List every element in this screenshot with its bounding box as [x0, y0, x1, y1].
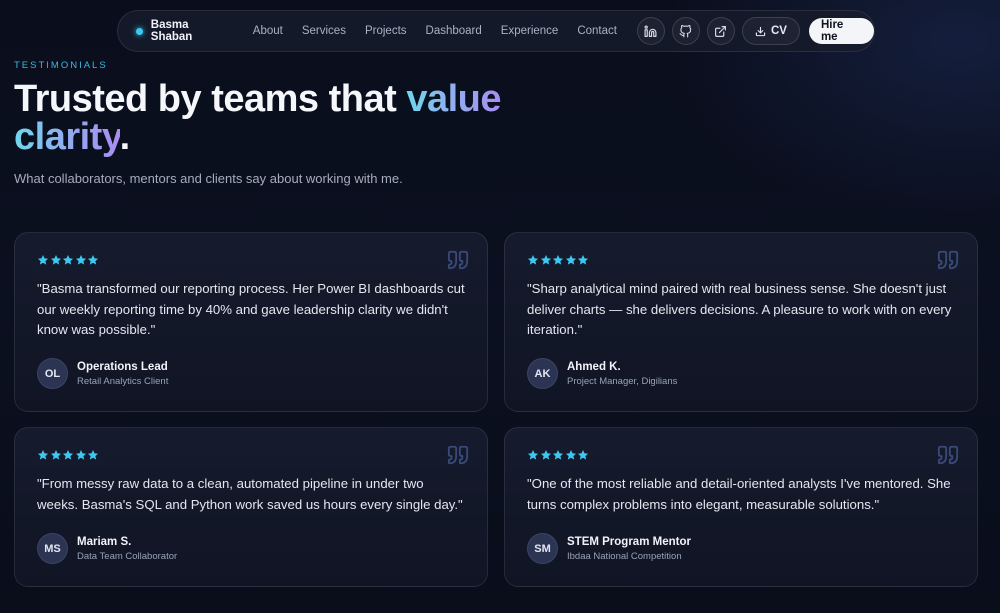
headline-period: .: [119, 116, 131, 158]
external-link-button[interactable]: [706, 17, 735, 45]
star-icon: [565, 450, 576, 460]
nav-link-experience[interactable]: Experience: [501, 25, 559, 37]
nav-link-contact[interactable]: Contact: [577, 25, 617, 37]
rating-stars: [37, 254, 100, 266]
testimonial-quote: "Basma transformed our reporting process…: [37, 281, 465, 337]
testimonial-quote: "From messy raw data to a clean, automat…: [37, 476, 463, 512]
star-icon: [62, 255, 74, 265]
testimonial-card: "Basma transformed our reporting process…: [14, 232, 488, 412]
star-icon: [50, 255, 61, 265]
headline-accent-value: value: [406, 78, 501, 120]
nav-link-services[interactable]: Services: [302, 25, 346, 37]
author-name: Ahmed K.: [567, 360, 621, 373]
star-icon: [37, 450, 49, 460]
author-name: Mariam S.: [77, 535, 132, 548]
brand-dot: [136, 27, 143, 35]
testimonial-card: "Sharp analytical mind paired with real …: [504, 232, 978, 412]
avatar: SM: [527, 533, 558, 564]
testimonial-author: OL Operations Lead Retail Analytics Clie…: [37, 358, 168, 389]
avatar: AK: [527, 358, 558, 389]
star-icon: [552, 255, 564, 265]
hire-me-button[interactable]: Hire me: [808, 18, 874, 44]
nav-link-projects[interactable]: Projects: [365, 25, 407, 37]
github-button[interactable]: [671, 17, 700, 45]
top-navigation: Basma Shaban About Services Projects Das…: [117, 10, 875, 52]
testimonial-card: "From messy raw data to a clean, automat…: [14, 427, 488, 587]
brand-name: Basma Shaban: [150, 19, 193, 43]
quote-icon: [937, 250, 959, 270]
star-icon: [87, 255, 99, 265]
nav-links: About Services Projects Dashboard Experi…: [253, 25, 617, 37]
quote-icon: [447, 250, 469, 270]
author-name: Operations Lead: [77, 360, 168, 373]
star-icon: [37, 255, 49, 265]
testimonial-author: MS Mariam S. Data Team Collaborator: [37, 533, 177, 564]
star-icon: [527, 255, 539, 265]
headline-accent-clarity: clarity: [14, 116, 120, 158]
nav-link-about[interactable]: About: [253, 25, 283, 37]
section-eyebrow: TESTIMONIALS: [14, 60, 108, 71]
cv-label: CV: [770, 25, 787, 37]
rating-stars: [37, 449, 100, 461]
testimonial-quote: "One of the most reliable and detail-ori…: [527, 476, 951, 512]
github-icon: [680, 24, 692, 37]
headline-plain: Trusted by teams that: [14, 78, 407, 120]
quote-icon: [447, 445, 469, 465]
linkedin-button[interactable]: [636, 17, 665, 45]
download-cv-button[interactable]: CV: [741, 17, 800, 45]
brand[interactable]: Basma Shaban: [136, 19, 231, 43]
star-icon: [577, 450, 589, 460]
star-icon: [75, 255, 86, 265]
author-role: Project Manager, Digilians: [567, 375, 678, 387]
avatar: OL: [37, 358, 68, 389]
testimonial-card: "One of the most reliable and detail-ori…: [504, 427, 978, 587]
star-icon: [87, 450, 99, 460]
avatar: MS: [37, 533, 68, 564]
section-headline: Trusted by teams that value clarity.: [14, 80, 574, 156]
linkedin-icon: [644, 24, 657, 37]
author-role: Ibdaa National Competition: [567, 550, 682, 562]
star-icon: [527, 450, 539, 460]
external-link-icon: [715, 25, 727, 37]
rating-stars: [527, 254, 590, 266]
author-role: Retail Analytics Client: [77, 375, 169, 387]
download-icon: [755, 26, 766, 36]
author-name: STEM Program Mentor: [567, 535, 691, 548]
star-icon: [62, 450, 74, 460]
author-role: Data Team Collaborator: [77, 550, 178, 562]
star-icon: [540, 450, 551, 460]
star-icon: [577, 255, 589, 265]
social-icons: [636, 17, 742, 45]
star-icon: [75, 450, 86, 460]
testimonial-quote: "Sharp analytical mind paired with real …: [527, 281, 952, 337]
star-icon: [565, 255, 576, 265]
star-icon: [552, 450, 564, 460]
testimonial-author: SM STEM Program Mentor Ibdaa National Co…: [527, 533, 691, 564]
star-icon: [540, 255, 551, 265]
rating-stars: [527, 449, 590, 461]
section-subtitle: What collaborators, mentors and clients …: [14, 171, 403, 186]
testimonial-author: AK Ahmed K. Project Manager, Digilians: [527, 358, 677, 389]
star-icon: [50, 450, 61, 460]
quote-icon: [937, 445, 959, 465]
nav-link-dashboard[interactable]: Dashboard: [426, 25, 482, 37]
